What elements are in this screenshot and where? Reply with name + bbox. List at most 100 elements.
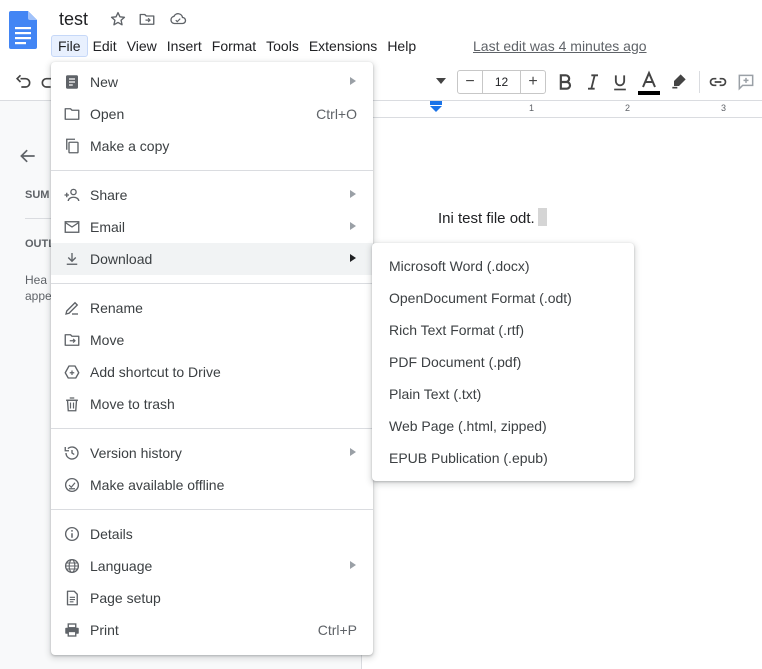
file-menu-item-details[interactable]: Details — [51, 518, 373, 550]
menu-insert[interactable]: Insert — [162, 35, 207, 57]
file-menu-item-download[interactable]: Download — [51, 243, 373, 275]
download-option-label: Plain Text (.txt) — [389, 386, 482, 402]
menu-item-label: New — [90, 74, 119, 90]
add-comment-icon[interactable] — [736, 72, 756, 92]
menu-item-label: Email — [90, 219, 126, 235]
menu-item-label: Open — [90, 106, 125, 122]
summary-heading: SUM — [25, 189, 50, 201]
submenu-arrow-icon — [350, 254, 356, 262]
file-menu-item-page-setup[interactable]: Page setup — [51, 582, 373, 614]
indent-marker-icon[interactable] — [430, 101, 442, 113]
file-menu-item-add-shortcut-to-drive[interactable]: Add shortcut to Drive — [51, 356, 373, 388]
download-option-rich-text-format-rtf[interactable]: Rich Text Format (.rtf) — [372, 314, 634, 346]
file-menu-item-make-available-offline[interactable]: Make available offline — [51, 469, 373, 501]
menu-file[interactable]: File — [51, 35, 88, 57]
menu-item-label: Make available offline — [90, 477, 225, 493]
download-option-pdf-document-pdf[interactable]: PDF Document (.pdf) — [372, 346, 634, 378]
undo-icon[interactable] — [13, 72, 33, 92]
menu-item-label: Make a copy — [90, 138, 170, 154]
menu-help[interactable]: Help — [382, 35, 421, 57]
menu-extensions[interactable]: Extensions — [304, 35, 382, 57]
download-option-opendocument-format-odt[interactable]: OpenDocument Format (.odt) — [372, 282, 634, 314]
add-shortcut-icon — [63, 363, 81, 381]
ruler-number: 3 — [721, 103, 727, 113]
menu-shortcut: Ctrl+P — [317, 622, 357, 638]
file-menu-item-make-a-copy[interactable]: Make a copy — [51, 130, 373, 162]
file-menu-item-move-to-trash[interactable]: Move to trash — [51, 388, 373, 420]
menu-separator — [51, 509, 373, 510]
new-doc-icon — [63, 73, 81, 91]
font-size-input[interactable]: 12 — [482, 71, 521, 93]
header: test File Edit View Insert Format Tools … — [0, 0, 762, 62]
last-edit-link[interactable]: Last edit was 4 minutes ago — [473, 38, 647, 54]
bold-icon[interactable] — [555, 72, 575, 92]
info-icon — [63, 525, 81, 543]
menu-view[interactable]: View — [122, 35, 162, 57]
submenu-arrow-icon — [350, 222, 356, 230]
download-option-label: OpenDocument Format (.odt) — [389, 290, 572, 306]
history-icon — [63, 444, 81, 462]
download-option-label: Microsoft Word (.docx) — [389, 258, 530, 274]
file-menu-item-email[interactable]: Email — [51, 211, 373, 243]
download-option-web-page-html-zipped[interactable]: Web Page (.html, zipped) — [372, 410, 634, 442]
document-text[interactable]: Ini test file odt. — [438, 208, 547, 227]
docs-logo-icon[interactable] — [9, 11, 37, 49]
outline-hint: appe — [25, 289, 52, 303]
outline-hint: Hea — [25, 273, 48, 287]
document-title[interactable]: test — [59, 9, 88, 30]
menu-tools[interactable]: Tools — [261, 35, 304, 57]
redo-icon[interactable] — [39, 72, 51, 92]
horizontal-ruler[interactable]: 1 2 3 — [360, 101, 762, 118]
menu-separator — [51, 170, 373, 171]
text-color-icon[interactable] — [638, 70, 660, 96]
email-icon — [63, 218, 81, 236]
increase-font-size-button[interactable]: + — [521, 71, 545, 93]
menu-item-label: Page setup — [90, 590, 161, 606]
submenu-arrow-icon — [350, 77, 356, 85]
menu-shortcut: Ctrl+O — [316, 106, 357, 122]
ruler-number: 2 — [625, 103, 631, 113]
document-paragraph: Ini test file odt. — [438, 210, 535, 227]
file-menu-item-new[interactable]: New — [51, 66, 373, 98]
italic-icon[interactable] — [583, 72, 603, 92]
file-menu-item-share[interactable]: Share — [51, 179, 373, 211]
insert-link-icon[interactable] — [707, 72, 729, 92]
file-menu-item-rename[interactable]: Rename — [51, 292, 373, 324]
download-option-label: EPUB Publication (.epub) — [389, 450, 548, 466]
back-arrow-icon[interactable] — [18, 146, 38, 166]
menu-item-label: Version history — [90, 445, 182, 461]
file-menu: New Open Ctrl+O Make a copy Share Email Downlo… — [51, 62, 373, 655]
download-icon — [63, 250, 81, 268]
folder-icon — [63, 105, 81, 123]
download-option-label: Web Page (.html, zipped) — [389, 418, 547, 434]
ruler-number: 1 — [529, 103, 535, 113]
decrease-font-size-button[interactable]: − — [458, 71, 482, 93]
move-folder-icon[interactable] — [138, 10, 156, 28]
download-option-epub-publication-epub[interactable]: EPUB Publication (.epub) — [372, 442, 634, 474]
star-icon[interactable] — [109, 10, 127, 28]
download-option-microsoft-word-docx[interactable]: Microsoft Word (.docx) — [372, 250, 634, 282]
file-menu-item-open[interactable]: Open Ctrl+O — [51, 98, 373, 130]
menu-bar: File Edit View Insert Format Tools Exten… — [51, 34, 421, 58]
font-dropdown-arrow-icon[interactable] — [436, 78, 446, 86]
menu-item-label: Download — [90, 251, 153, 267]
file-menu-item-print[interactable]: Print Ctrl+P — [51, 614, 373, 646]
font-size-control: − 12 + — [457, 70, 546, 94]
underline-icon[interactable] — [610, 72, 630, 92]
submenu-arrow-icon — [350, 448, 356, 456]
download-option-plain-text-txt[interactable]: Plain Text (.txt) — [372, 378, 634, 410]
cloud-saved-icon[interactable] — [169, 10, 187, 28]
download-option-label: PDF Document (.pdf) — [389, 354, 522, 370]
menu-format[interactable]: Format — [207, 35, 261, 57]
menu-separator — [51, 428, 373, 429]
menu-edit[interactable]: Edit — [88, 35, 122, 57]
submenu-arrow-icon — [350, 190, 356, 198]
file-menu-item-language[interactable]: Language — [51, 550, 373, 582]
file-menu-item-move[interactable]: Move — [51, 324, 373, 356]
menu-item-label: Move — [90, 332, 125, 348]
move-icon — [63, 331, 81, 349]
text-selection — [537, 208, 547, 226]
highlight-color-icon[interactable] — [669, 71, 689, 91]
menu-separator — [51, 283, 373, 284]
file-menu-item-version-history[interactable]: Version history — [51, 437, 373, 469]
